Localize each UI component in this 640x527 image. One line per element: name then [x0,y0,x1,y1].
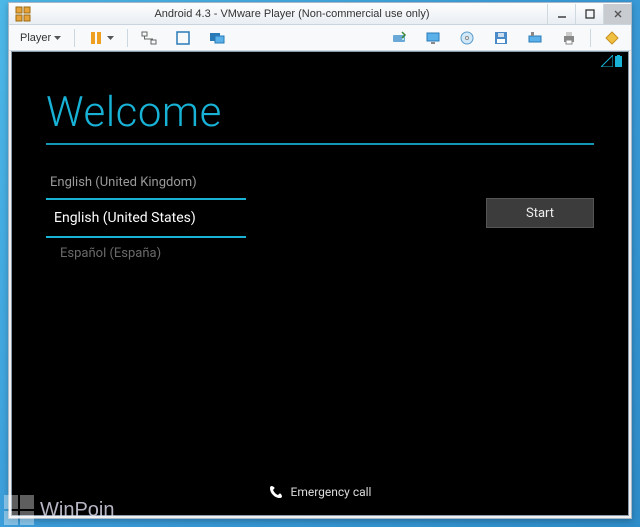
cd-icon [459,30,475,46]
window-title: Android 4.3 - VMware Player (Non-commerc… [37,8,547,20]
maximize-button[interactable] [575,4,603,24]
android-vm-screen[interactable]: Welcome English (United Kingdom) English… [11,51,629,516]
language-option-en-gb[interactable]: English (United Kingdom) [46,167,246,198]
window-controls [547,4,631,24]
language-list[interactable]: English (United Kingdom) English (United… [46,167,246,269]
fullscreen-button[interactable] [168,28,198,48]
language-option-es-es[interactable]: Español (España) [46,238,246,269]
dropdown-icon [107,36,114,40]
watermark: WinPoin [4,495,114,525]
unity-button[interactable] [202,28,232,48]
unity-icon [209,30,225,46]
emergency-call-label: Emergency call [291,485,372,499]
toolbar-separator [74,29,75,47]
device-network[interactable] [520,28,550,48]
android-statusbar [12,52,628,70]
battery-icon [615,55,622,67]
player-menu[interactable]: Player [13,28,68,48]
network-icon [141,30,157,46]
welcome-heading: Welcome [46,88,594,137]
pause-icon [88,30,104,46]
pause-button[interactable] [81,28,121,48]
player-menu-label: Player [20,32,51,44]
start-button-label: Start [526,206,554,221]
dropdown-icon [54,36,61,40]
windows-logo-icon [4,495,34,525]
language-option-en-us[interactable]: English (United States) [46,198,246,238]
message-button[interactable] [597,28,627,48]
phone-icon [269,485,283,499]
harddisk-icon [391,30,407,46]
vmware-icon [15,6,31,22]
heading-underline [46,143,594,145]
android-setup-wizard: Welcome English (United Kingdom) English… [12,70,628,475]
monitor-icon [425,30,441,46]
fullscreen-icon [175,30,191,46]
toolbar-separator [590,29,591,47]
device-harddisk[interactable] [384,28,414,48]
signal-icon [601,55,613,67]
device-floppy[interactable] [486,28,516,48]
close-button[interactable] [603,4,631,24]
device-cdrom[interactable] [452,28,482,48]
watermark-text: WinPoin [40,499,114,522]
device-printer[interactable] [554,28,584,48]
message-icon [604,30,620,46]
vmware-toolbar: Player [9,25,631,51]
minimize-button[interactable] [547,4,575,24]
send-ctrl-alt-del-button[interactable] [134,28,164,48]
titlebar: Android 4.3 - VMware Player (Non-commerc… [9,3,631,25]
vmware-window: Android 4.3 - VMware Player (Non-commerc… [8,2,632,519]
floppy-icon [493,30,509,46]
printer-icon [561,30,577,46]
network-adapter-icon [527,30,543,46]
device-monitor[interactable] [418,28,448,48]
start-button[interactable]: Start [486,198,594,228]
toolbar-separator [127,29,128,47]
